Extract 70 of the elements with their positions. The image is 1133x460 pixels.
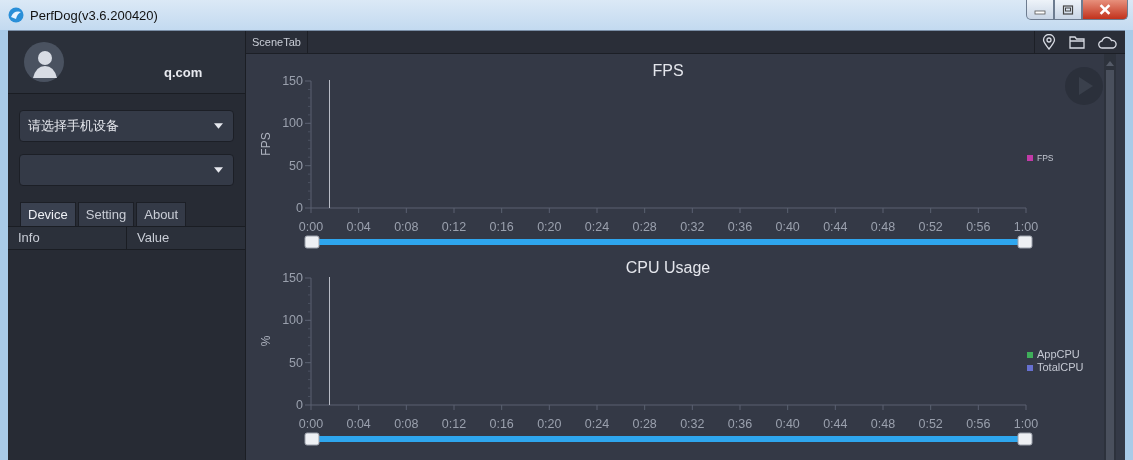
app-logo-icon	[8, 7, 24, 23]
axis-label: 0:04	[346, 220, 371, 234]
legend-label: TotalCPU	[1037, 361, 1084, 373]
axis-label: 0:40	[775, 220, 800, 234]
axis-label: 1:00	[1013, 220, 1039, 234]
device-dropdown[interactable]: 请选择手机设备	[19, 110, 234, 142]
caret-icon	[214, 167, 223, 173]
tab[interactable]: Setting	[77, 202, 135, 226]
location-pin-icon[interactable]	[1041, 34, 1056, 50]
maximize-icon	[1062, 4, 1074, 15]
scrollbar[interactable]	[1104, 54, 1116, 460]
axis-label: 0:20	[537, 417, 562, 431]
tab[interactable]: About	[136, 202, 187, 226]
axis-label: 0:00	[298, 220, 324, 234]
axis-label: 0:24	[584, 417, 610, 431]
axis-label: 0:20	[537, 220, 562, 234]
range-slider[interactable]	[304, 432, 1033, 446]
legend-label: AppCPU	[1037, 348, 1080, 360]
axis-label: 100	[282, 116, 303, 131]
axis-label: 0:08	[394, 417, 419, 431]
avatar-icon	[24, 42, 64, 82]
axis-label: 1:00	[1013, 417, 1039, 431]
column-header: Info	[8, 227, 127, 249]
axis-label: 0:36	[727, 220, 753, 234]
axis-label: 0:12	[441, 220, 467, 234]
range-slider[interactable]	[304, 235, 1033, 249]
axis-label: 0:16	[489, 417, 514, 431]
account-email: q.com	[164, 64, 203, 80]
axis-label: 50	[289, 158, 303, 173]
axis-label: 0:52	[918, 220, 943, 234]
axis-label: 0:00	[298, 417, 324, 431]
axis-label: 0:08	[394, 220, 419, 234]
axis-label: 0:48	[870, 417, 896, 431]
axis-title: %	[259, 335, 273, 347]
axis-label: 0:40	[775, 417, 800, 431]
legend-label: FPS	[1037, 153, 1054, 163]
axis-label: 0:28	[632, 220, 657, 234]
maximize-button[interactable]	[1054, 0, 1082, 20]
cloud-icon[interactable]	[1097, 35, 1117, 49]
tab[interactable]: Device	[20, 202, 76, 226]
axis-label: 0:28	[632, 417, 657, 431]
axis-label: 0	[296, 398, 303, 412]
axis-label: 0:24	[584, 220, 610, 234]
axis-label: 0:56	[966, 417, 991, 431]
axis-label: 0:44	[823, 417, 848, 431]
axis-label: 0:32	[680, 417, 705, 431]
axis-label: 0	[296, 201, 303, 215]
axis-label: 0:44	[823, 220, 848, 234]
minimize-button[interactable]	[1026, 0, 1054, 20]
chart-title: FPS	[652, 62, 684, 79]
close-button[interactable]	[1082, 0, 1128, 20]
axis-label: 0:52	[918, 417, 943, 431]
close-icon	[1098, 4, 1112, 15]
axis-label: 0:56	[966, 220, 991, 234]
folder-icon[interactable]	[1068, 35, 1085, 49]
axis-label: 150	[282, 74, 303, 88]
axis-label: 50	[289, 355, 303, 370]
caret-icon	[214, 123, 223, 129]
axis-label: 0:36	[727, 417, 753, 431]
axis-title: FPS	[259, 132, 273, 156]
axis-label: 0:04	[346, 417, 371, 431]
axis-label: 0:16	[489, 220, 514, 234]
axis-label: 100	[282, 313, 303, 328]
axis-label: 0:48	[870, 220, 896, 234]
axis-label: 0:32	[680, 220, 705, 234]
column-header: Value	[136, 229, 170, 247]
axis-label: 150	[282, 271, 303, 285]
axis-label: 0:12	[441, 417, 467, 431]
window-title: PerfDog(v3.6.200420)	[30, 7, 158, 23]
chart-title: CPU Usage	[625, 259, 711, 276]
